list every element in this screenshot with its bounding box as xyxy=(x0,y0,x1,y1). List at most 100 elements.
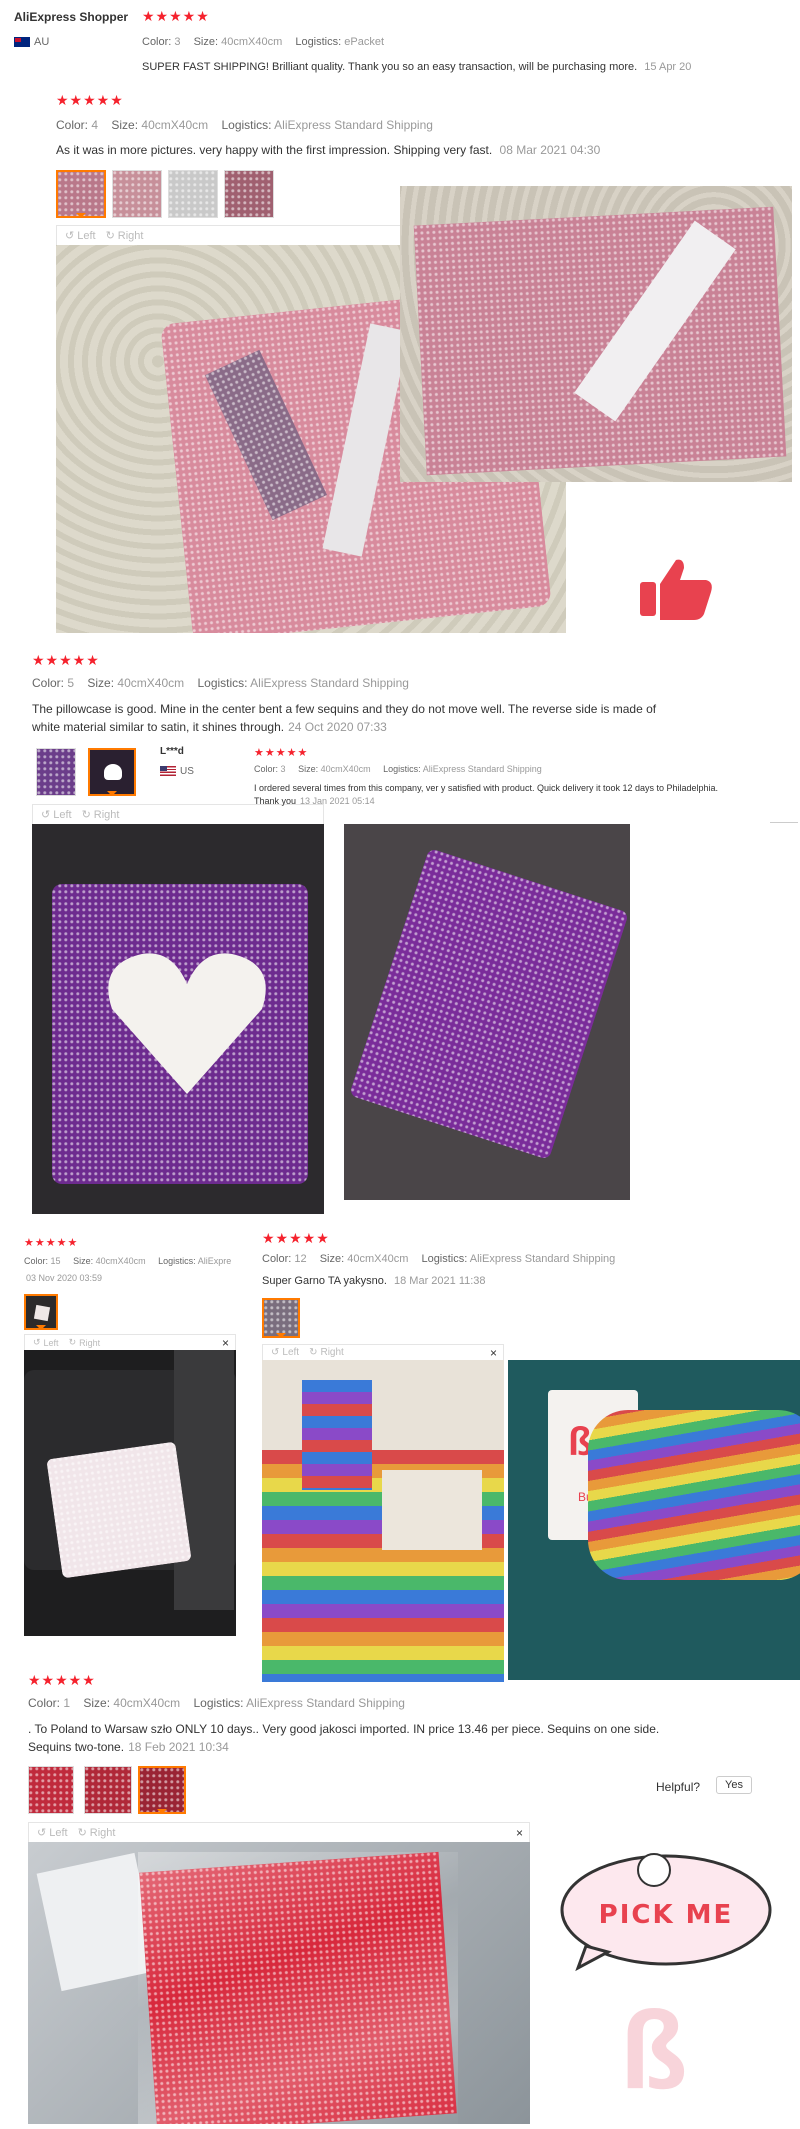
rotate-left-label: Left xyxy=(282,1347,300,1358)
review-meta: Color: 5 Size: 40cmX40cm Logistics: AliE… xyxy=(32,676,419,690)
logistics-label: Logistics: xyxy=(221,118,272,132)
review-thumbnail[interactable] xyxy=(168,170,218,218)
rotate-right-icon: ↻ xyxy=(309,1347,318,1358)
rotate-left-button[interactable]: ↺ Left xyxy=(33,1337,59,1348)
size-value: 40cmX40cm xyxy=(141,118,209,132)
size-label: Size: xyxy=(87,676,115,690)
logistics-value: AliExpre xyxy=(197,1256,232,1266)
rotate-left-button[interactable]: ↺ Left xyxy=(37,1826,68,1840)
logistics-label: Logistics: xyxy=(421,1253,468,1265)
flag-us-icon xyxy=(160,766,176,777)
review-thumbnail[interactable] xyxy=(112,170,162,218)
rotate-left-button[interactable]: ↺ Left xyxy=(41,808,72,822)
rotate-right-button[interactable]: ↻ Right xyxy=(69,1337,101,1348)
review-date: 24 Oct 2020 07:33 xyxy=(288,720,387,734)
color-value: 3 xyxy=(174,36,181,48)
rotate-right-label: Right xyxy=(117,229,144,242)
color-label: Color: xyxy=(142,36,172,48)
size-label: Size: xyxy=(83,1696,111,1710)
review-photo-secondary[interactable]: ß Bubt xyxy=(508,1360,800,1680)
review-text: The pillowcase is good. Mine in the cent… xyxy=(32,700,792,736)
color-label: Color: xyxy=(262,1253,292,1265)
brand-watermark-icon: ß xyxy=(620,1989,688,2112)
close-icon[interactable]: × xyxy=(516,1826,523,1840)
size-label: Size: xyxy=(193,36,219,48)
color-value: 4 xyxy=(91,118,99,132)
rotate-left-label: Left xyxy=(49,1826,68,1839)
review-thumbnail[interactable] xyxy=(24,1294,58,1330)
size-value: 40cmX40cm xyxy=(221,36,283,48)
rotate-left-button[interactable]: ↺ Left xyxy=(65,229,96,243)
rotate-right-icon: ↻ xyxy=(68,1337,77,1347)
color-label: Color: xyxy=(24,1256,49,1266)
rotate-left-button[interactable]: ↺ Left xyxy=(271,1347,299,1358)
color-value: 15 xyxy=(50,1256,61,1266)
helpful-label: Helpful? xyxy=(656,1780,701,1794)
rotate-right-button[interactable]: ↻ Right xyxy=(77,1826,116,1840)
review-body-cont: Sequins two-tone. xyxy=(28,1740,125,1754)
review-thumbnail[interactable] xyxy=(56,170,106,218)
logistics-label: Logistics: xyxy=(383,764,421,774)
review-thumbnail[interactable] xyxy=(262,1298,300,1338)
review-photo-large[interactable] xyxy=(24,1350,236,1636)
sticker-text: PICK ME xyxy=(598,1900,734,1930)
color-label: Color: xyxy=(32,676,65,690)
close-icon[interactable]: × xyxy=(222,1336,229,1350)
rating-stars: ★★★★★ xyxy=(24,1237,79,1249)
image-viewer-toolbar: ↺ Left ↻ Right × xyxy=(28,1822,530,1842)
review-meta: Color: 4 Size: 40cmX40cm Logistics: AliE… xyxy=(56,118,443,132)
review-thumbnail[interactable] xyxy=(28,1766,74,1814)
thumbs-up-icon xyxy=(636,552,716,632)
review-thumbnail[interactable] xyxy=(88,748,136,796)
review-body: As it was in more pictures. very happy w… xyxy=(56,143,493,157)
color-value: 12 xyxy=(294,1253,307,1265)
rotate-right-button[interactable]: ↻ Right xyxy=(106,229,144,243)
color-value: 1 xyxy=(63,1696,71,1710)
review-thumbnail[interactable] xyxy=(138,1766,186,1814)
review-date: 18 Feb 2021 10:34 xyxy=(128,1740,229,1754)
review-body: . To Poland to Warsaw szło ONLY 10 days.… xyxy=(28,1722,660,1736)
size-value: 40cmX40cm xyxy=(347,1253,409,1265)
rating-stars: ★★★★★ xyxy=(262,1230,330,1246)
country-code: US xyxy=(180,766,194,777)
review-photo-secondary[interactable] xyxy=(344,824,630,1200)
logistics-value: AliExpress Standard Shipping xyxy=(246,1696,405,1710)
close-icon[interactable]: × xyxy=(490,1346,497,1360)
review-thumbnail[interactable] xyxy=(224,170,274,218)
color-label: Color: xyxy=(28,1696,61,1710)
review-date: 18 Mar 2021 11:38 xyxy=(394,1275,486,1287)
buyer-country: AU xyxy=(14,36,49,48)
size-value: 40cmX40cm xyxy=(320,764,371,774)
rotate-left-icon: ↺ xyxy=(37,1827,47,1839)
review-body: SUPER FAST SHIPPING! Brilliant quality. … xyxy=(142,61,638,73)
buyer-name: L***d xyxy=(160,746,184,757)
logistics-value: AliExpress Standard Shipping xyxy=(469,1253,616,1265)
rotate-left-label: Left xyxy=(43,1337,59,1348)
buyer-country: US xyxy=(160,766,194,777)
rotate-left-icon: ↺ xyxy=(271,1347,280,1358)
review-photo-secondary[interactable] xyxy=(400,186,792,482)
rotate-left-label: Left xyxy=(77,229,96,242)
review-thumbnail[interactable] xyxy=(36,748,76,796)
logistics-value: AliExpress Standard Shipping xyxy=(250,676,409,690)
color-value: 3 xyxy=(280,764,286,774)
review-date: 08 Mar 2021 04:30 xyxy=(499,143,601,157)
review-meta: Color: 3 Size: 40cmX40cm Logistics: AliE… xyxy=(254,764,552,774)
rotate-right-icon: ↻ xyxy=(77,1827,87,1839)
rotate-right-label: Right xyxy=(89,1826,116,1839)
review-photo-large[interactable] xyxy=(262,1360,504,1682)
pick-me-sticker: PICK ME xyxy=(556,1842,776,1972)
logistics-value: ePacket xyxy=(344,36,384,48)
review-date: 15 Apr 20 xyxy=(644,61,692,73)
review-photo-large[interactable] xyxy=(28,1842,530,2124)
helpful-yes-button[interactable]: Yes xyxy=(716,1776,752,1794)
rotate-right-button[interactable]: ↻ Right xyxy=(309,1347,344,1358)
rotate-right-button[interactable]: ↻ Right xyxy=(82,808,120,822)
review-text: SUPER FAST SHIPPING! Brilliant quality. … xyxy=(142,58,691,76)
divider xyxy=(770,822,798,823)
review-photo-large[interactable] xyxy=(32,824,324,1214)
logistics-value: AliExpress Standard Shipping xyxy=(422,764,542,774)
logistics-label: Logistics: xyxy=(158,1256,196,1266)
rotate-right-label: Right xyxy=(93,808,120,821)
review-thumbnail[interactable] xyxy=(84,1766,132,1814)
